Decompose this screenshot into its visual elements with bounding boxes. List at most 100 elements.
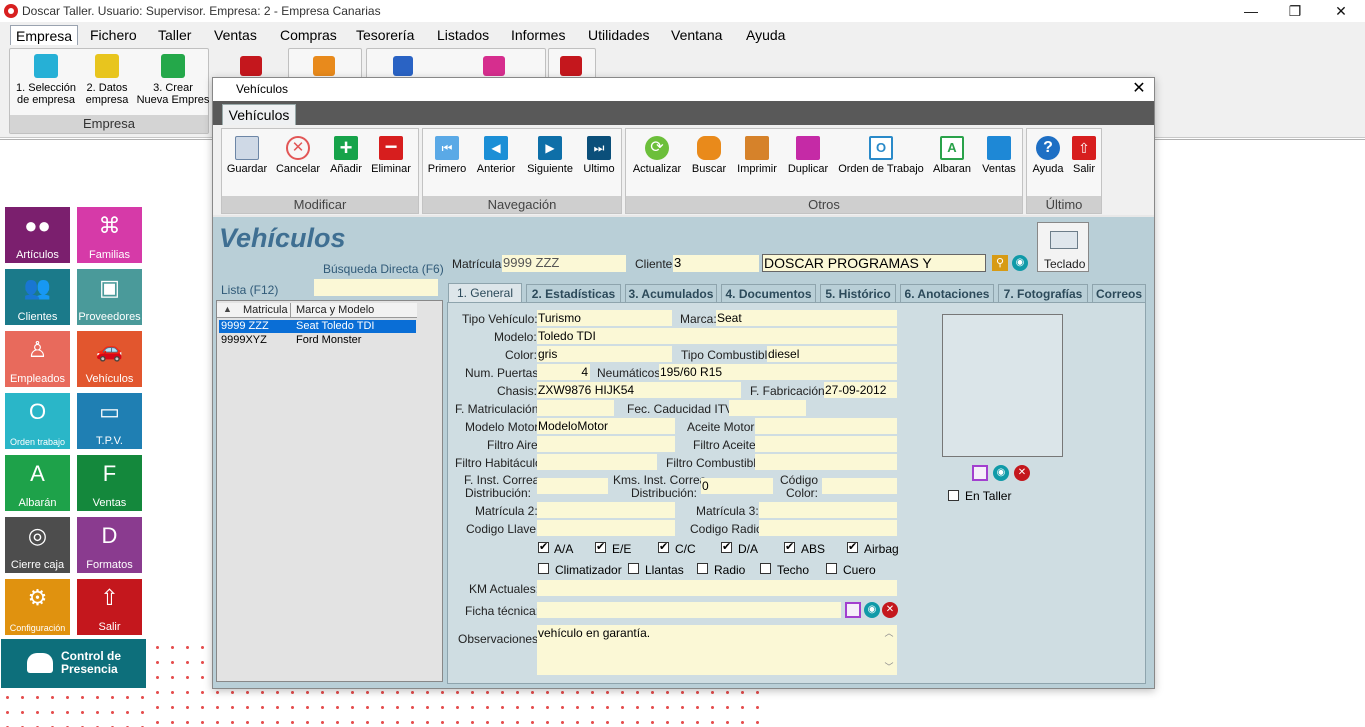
da-checkbox[interactable] <box>721 540 732 553</box>
scroll-down-icon[interactable]: ﹀ <box>883 661 895 673</box>
airbag-checkbox[interactable] <box>847 540 858 553</box>
f-inst-correa-field[interactable] <box>537 478 608 494</box>
nueva-empresa-button[interactable]: 3. Crear Nueva Empres <box>136 54 210 106</box>
menu-ventana[interactable]: Ventana <box>666 25 727 45</box>
launcher-tile-6[interactable]: 🚗 Vehículos <box>77 331 142 387</box>
eye-icon[interactable]: ◉ <box>993 465 1009 481</box>
buscar-button[interactable]: Buscar <box>690 136 728 175</box>
menu-taller[interactable]: Taller <box>153 25 196 45</box>
tab-correos[interactable]: Correos <box>1092 284 1146 303</box>
menu-informes[interactable]: Informes <box>506 25 570 45</box>
siguiente-button[interactable]: ▶ Siguiente <box>525 136 575 175</box>
codigo-radio-field[interactable] <box>759 520 897 536</box>
llantas-checkbox[interactable] <box>628 563 639 574</box>
menu-listados[interactable]: Listados <box>432 25 494 45</box>
kms-inst-correa-field[interactable]: 0 <box>701 478 773 494</box>
tab-vehiculos[interactable]: Vehículos <box>222 104 296 126</box>
launcher-tile-5[interactable]: ♙ Empleados <box>5 331 70 387</box>
matricula3-field[interactable] <box>759 502 897 518</box>
cancelar-button[interactable]: ✕ Cancelar <box>274 136 322 175</box>
tab-documentos[interactable]: 4. Documentos <box>721 284 816 303</box>
filtro-aire-field[interactable] <box>537 436 675 452</box>
close-button[interactable]: ✕ <box>1318 0 1364 22</box>
datos-empresa-button[interactable]: 2. Datos empresa <box>82 54 132 106</box>
menu-ventas[interactable]: Ventas <box>209 25 262 45</box>
launcher-tile-3[interactable]: 👥 Clientes <box>5 269 70 325</box>
eliminar-button[interactable]: − Eliminar <box>369 136 413 176</box>
ultimo-button[interactable]: ⏭ Ultimo <box>580 136 618 175</box>
aceite-motor-field[interactable] <box>755 418 897 434</box>
folder-icon[interactable] <box>972 465 988 481</box>
tipo-combustible-field[interactable]: diesel <box>767 346 897 362</box>
dialog-close-button[interactable]: ✕ <box>1130 80 1148 98</box>
launcher-tile-8[interactable]: ▭ T.P.V. <box>77 393 142 449</box>
launcher-tile-13[interactable]: ⚙ Configuración <box>5 579 70 635</box>
matricula2-field[interactable] <box>537 502 675 518</box>
fec-itv-field[interactable] <box>729 400 806 416</box>
primero-button[interactable]: ⏮ Primero <box>426 136 468 175</box>
list-item[interactable]: 9999XYZ Ford Monster <box>219 334 416 347</box>
seleccion-empresa-button[interactable]: 1. Selección de empresa <box>14 54 78 106</box>
duplicar-button[interactable]: Duplicar <box>786 136 830 175</box>
launcher-tile-1[interactable]: ●● Artículos <box>5 207 70 263</box>
scrollbar[interactable]: ︿ ﹀ <box>883 627 895 673</box>
column-header-marca-modelo[interactable]: Marca y Modelo <box>296 304 374 316</box>
anterior-button[interactable]: ◀ Anterior <box>474 136 518 175</box>
modelo-field[interactable]: Toledo TDI <box>537 328 897 344</box>
ficha-tecnica-field[interactable] <box>537 602 841 618</box>
tab-anotaciones[interactable]: 6. Anotaciones <box>900 284 994 303</box>
menu-utilidades[interactable]: Utilidades <box>583 25 654 45</box>
minimize-button[interactable]: — <box>1228 0 1274 22</box>
tab-fotografias[interactable]: 7. Fotografías <box>998 284 1088 303</box>
search-icon[interactable]: ⚲ <box>992 255 1008 271</box>
launcher-tile-12[interactable]: D Formatos <box>77 517 142 573</box>
actualizar-button[interactable]: ⟳ Actualizar <box>630 136 684 175</box>
menu-tesoreria[interactable]: Tesorería <box>351 25 419 45</box>
ventas-button[interactable]: Ventas <box>979 136 1019 175</box>
km-actuales-field[interactable] <box>537 580 897 596</box>
vehicle-list[interactable] <box>216 300 443 682</box>
cuero-checkbox[interactable] <box>826 563 837 574</box>
delete-icon[interactable]: ✕ <box>882 602 898 618</box>
observaciones-textarea[interactable]: vehículo en garantía. <box>537 625 897 675</box>
techo-checkbox[interactable] <box>760 563 771 574</box>
menu-compras[interactable]: Compras <box>275 25 342 45</box>
modelo-motor-field[interactable]: ModeloMotor <box>537 418 675 434</box>
tab-acumulados[interactable]: 3. Acumulados <box>625 284 717 303</box>
f-matriculacion-field[interactable] <box>537 400 614 416</box>
anadir-button[interactable]: + Añadir <box>327 136 365 176</box>
salir-button[interactable]: ⇧ Salir <box>1068 136 1100 175</box>
launcher-tile-4[interactable]: ▣ Proveedores <box>77 269 142 325</box>
list-item[interactable]: 9999 ZZZ Seat Toledo TDI <box>219 320 416 333</box>
delete-icon[interactable]: ✕ <box>1014 465 1030 481</box>
chasis-field[interactable]: ZXW9876 HIJK54 <box>537 382 741 398</box>
filtro-habitaculo-field[interactable] <box>537 454 657 470</box>
maximize-button[interactable]: ❐ <box>1272 0 1318 22</box>
launcher-tile-14[interactable]: ⇧ Salir <box>77 579 142 635</box>
menu-empresa[interactable]: Empresa <box>10 25 79 45</box>
control-presencia-button[interactable]: Control de Presencia <box>1 639 146 688</box>
menu-ayuda[interactable]: Ayuda <box>741 25 790 45</box>
orden-trabajo-button[interactable]: O Orden de Trabajo <box>836 136 926 175</box>
climatizador-checkbox[interactable] <box>538 563 549 574</box>
busqueda-directa-input[interactable] <box>314 279 438 296</box>
scroll-up-icon[interactable]: ︿ <box>883 627 895 639</box>
ee-checkbox[interactable] <box>595 540 606 553</box>
launcher-tile-9[interactable]: A Albarán <box>5 455 70 511</box>
launcher-tile-11[interactable]: ◎ Cierre caja <box>5 517 70 573</box>
eye-icon[interactable]: ◉ <box>1012 255 1028 271</box>
ayuda-button[interactable]: ? Ayuda <box>1030 136 1066 175</box>
filtro-aceite-field[interactable] <box>755 436 897 452</box>
matricula-input[interactable]: 9999 ZZZ <box>502 255 626 272</box>
codigo-color-field[interactable] <box>822 478 897 494</box>
color-field[interactable]: gris <box>537 346 672 362</box>
radio-checkbox[interactable] <box>697 563 708 574</box>
tab-estadisticas[interactable]: 2. Estadísticas <box>526 284 621 303</box>
launcher-tile-2[interactable]: ⌘ Familias <box>77 207 142 263</box>
aa-checkbox[interactable] <box>538 540 549 553</box>
abs-checkbox[interactable] <box>784 540 795 553</box>
tipo-vehiculo-field[interactable]: Turismo <box>537 310 672 326</box>
num-puertas-field[interactable]: 4 <box>537 364 590 380</box>
column-header-matricula[interactable]: Matricula <box>243 304 288 316</box>
filtro-combustible-field[interactable] <box>755 454 897 470</box>
